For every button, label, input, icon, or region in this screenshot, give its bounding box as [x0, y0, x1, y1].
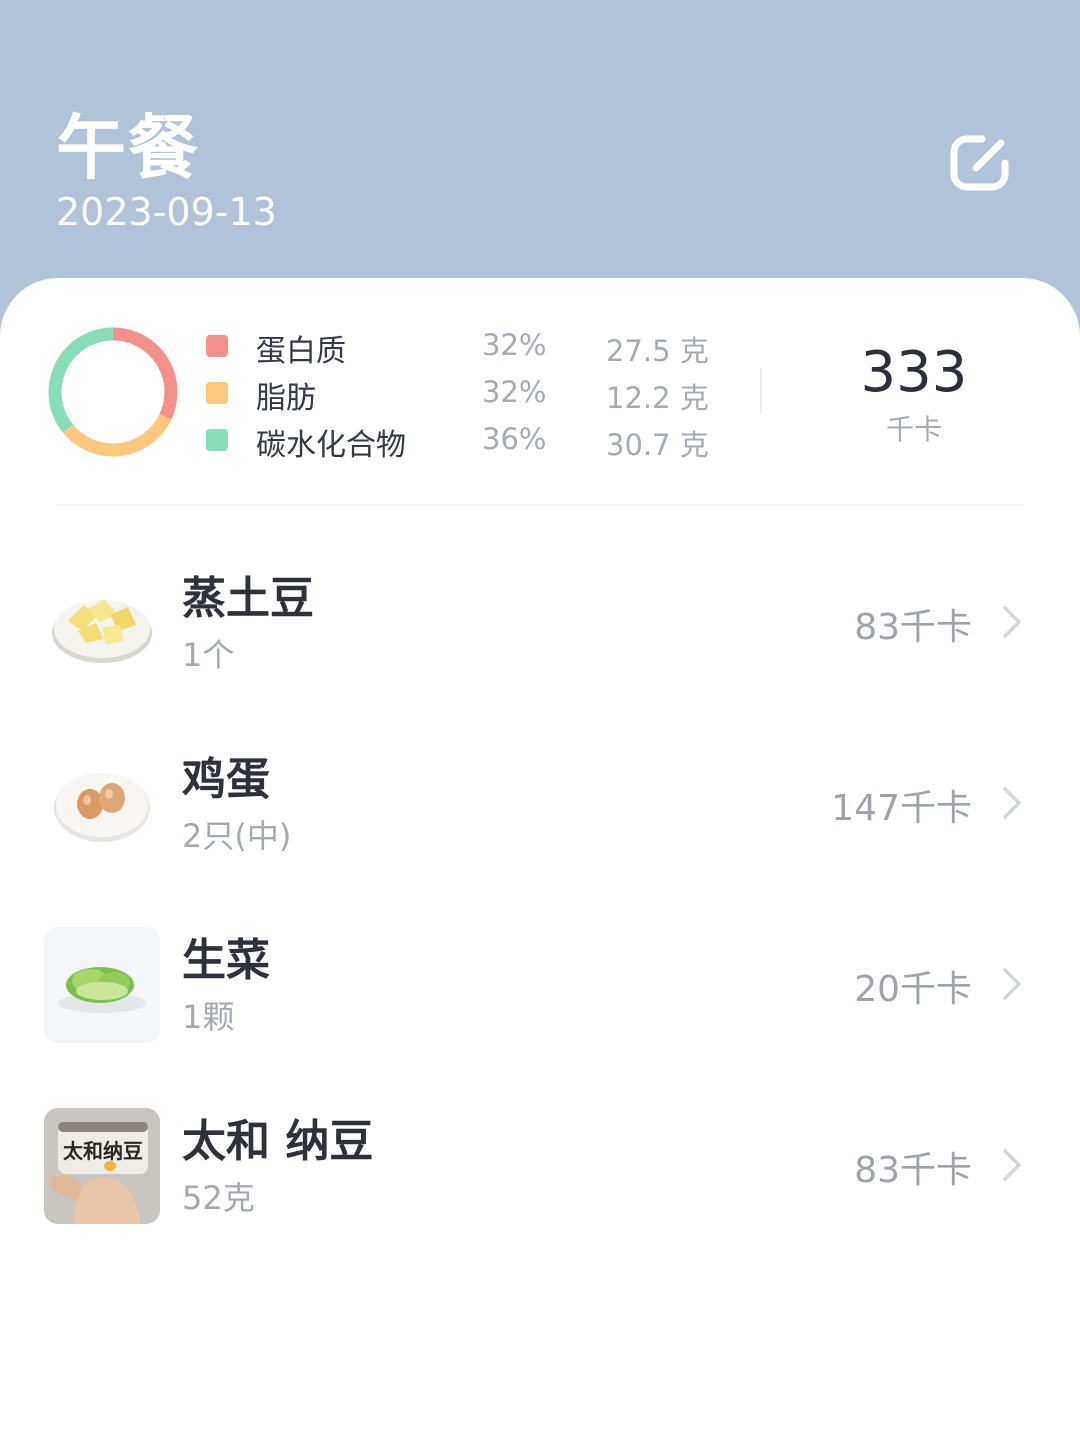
food-kcal: 83千卡 — [854, 1150, 972, 1191]
summary-divider — [760, 368, 762, 414]
meal-title: 午餐 — [56, 107, 200, 189]
food-kcal: 83千卡 — [854, 607, 972, 648]
legend-row-carbs: 碳水化合物 36% 30.7 克 — [204, 416, 724, 463]
protein-color-dot — [206, 335, 228, 357]
macro-donut-chart — [48, 327, 178, 457]
legend-name: 碳水化合物 — [256, 428, 406, 463]
carbs-color-dot — [206, 429, 228, 451]
legend-amount: 27.5 克 — [606, 334, 709, 368]
legend-percent: 32% — [482, 328, 547, 362]
nutrition-summary: 蛋白质 32% 27.5 克 脂肪 32% 12.2 克 碳水化合物 36% 3… — [0, 278, 1080, 506]
fat-color-dot — [206, 382, 228, 404]
food-name: 生菜 — [182, 935, 270, 986]
food-name: 蒸土豆 — [182, 573, 314, 624]
macro-legend: 蛋白质 32% 27.5 克 脂肪 32% 12.2 克 碳水化合物 36% 3… — [204, 322, 724, 463]
legend-name: 蛋白质 — [256, 334, 346, 369]
food-thumbnail — [44, 927, 160, 1043]
edit-icon — [950, 135, 1009, 191]
legend-name: 脂肪 — [256, 381, 316, 416]
legend-amount: 30.7 克 — [606, 428, 709, 462]
food-quantity: 2只(中) — [182, 817, 292, 855]
chevron-right-icon — [1003, 1149, 1021, 1181]
food-kcal: 20千卡 — [854, 969, 972, 1010]
meal-date: 2023-09-13 — [56, 190, 277, 234]
meal-card: 蛋白质 32% 27.5 克 脂肪 32% 12.2 克 碳水化合物 36% 3… — [0, 278, 1080, 1440]
meal-header: 午餐 2023-09-13 — [0, 0, 1080, 300]
total-kcal-unit: 千卡 — [885, 413, 942, 446]
natto-package-label: 太和纳豆 — [63, 1139, 143, 1163]
food-item-natto[interactable]: 太和纳豆 太和 纳豆 52克 83千卡 — [0, 1061, 1080, 1242]
total-kcal: 333 — [860, 340, 968, 405]
food-quantity: 52克 — [182, 1179, 255, 1217]
food-item-lettuce[interactable]: 生菜 1颗 20千卡 — [0, 880, 1080, 1061]
food-item-steamed-potato[interactable]: 蒸土豆 1个 83千卡 — [0, 518, 1080, 699]
edit-button[interactable] — [948, 132, 1014, 194]
legend-percent: 32% — [482, 375, 547, 409]
food-name: 太和 纳豆 — [182, 1116, 374, 1167]
section-divider — [56, 504, 1024, 506]
chevron-right-icon — [1003, 606, 1021, 638]
legend-amount: 12.2 克 — [606, 381, 709, 415]
food-quantity: 1颗 — [182, 998, 235, 1036]
food-list: 蒸土豆 1个 83千卡 鸡蛋 2只(中) 147千卡 生菜 1颗 20千卡 太和… — [0, 518, 1080, 1242]
legend-percent: 36% — [482, 422, 547, 456]
food-thumbnail: 太和纳豆 — [44, 1108, 160, 1224]
food-quantity: 1个 — [182, 636, 235, 674]
food-thumbnail — [44, 565, 160, 681]
legend-row-protein: 蛋白质 32% 27.5 克 — [204, 322, 724, 369]
food-thumbnail — [44, 746, 160, 862]
chevron-right-icon — [1003, 968, 1021, 1000]
chevron-right-icon — [1003, 787, 1021, 819]
food-kcal: 147千卡 — [831, 788, 972, 829]
food-item-egg[interactable]: 鸡蛋 2只(中) 147千卡 — [0, 699, 1080, 880]
food-name: 鸡蛋 — [182, 754, 270, 805]
legend-row-fat: 脂肪 32% 12.2 克 — [204, 369, 724, 416]
